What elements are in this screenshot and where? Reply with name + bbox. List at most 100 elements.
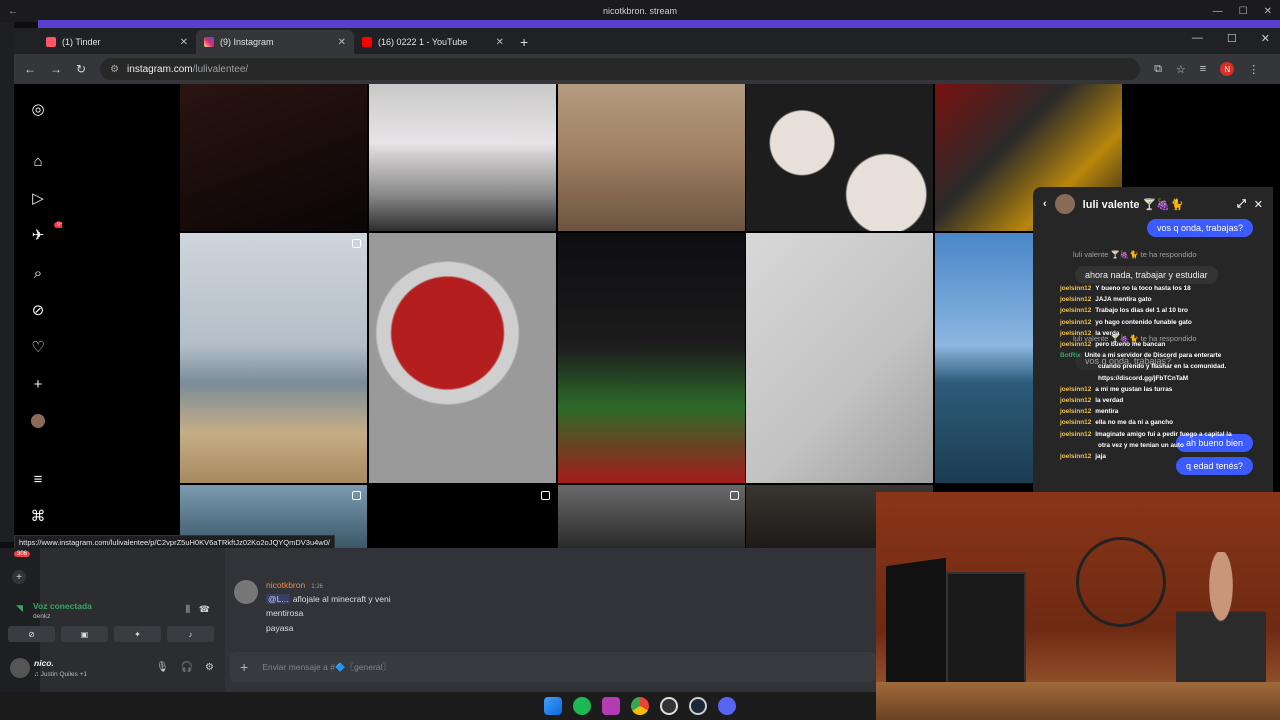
noise-icon[interactable]: ⫼ [186,604,190,615]
threads-icon[interactable]: ⌘ [29,507,47,525]
url-host: instagram.com [127,63,193,75]
avatar[interactable] [234,580,258,604]
spotify-icon[interactable] [573,697,591,715]
site-info-icon[interactable]: ⚙ [110,64,119,75]
stream-chat-line: https://discord.gg/jFbTCnTaM [1060,373,1260,384]
close-tab-icon[interactable]: ✕ [496,37,504,48]
unread-badge: 306 [14,551,31,557]
close-tab-icon[interactable]: ✕ [180,37,188,48]
start-icon[interactable] [544,697,562,715]
messages-icon[interactable]: ✈ 9+ [29,222,67,244]
stream-chat-line: joelsinn12 mentira [1060,406,1260,417]
voice-status: Voz conectada [33,601,92,611]
chat-text: la verdad [1095,397,1124,405]
chat-text: la verda [1095,329,1120,337]
home-icon[interactable]: ⌂ [29,152,47,170]
post-tile[interactable] [369,233,556,483]
message-input[interactable]: + Enviar mensaje a #🔷〖general〗 [230,652,876,682]
stream-banner [38,20,1280,28]
microphone-icon[interactable]: 🎙 [156,662,169,673]
multi-photo-icon [352,491,361,500]
avatar[interactable] [10,658,30,678]
mention[interactable]: @L... [266,594,291,604]
chat-username: joelsinn12 [1060,285,1092,292]
post-tile[interactable] [180,84,367,231]
tab-instagram[interactable]: (9) Instagram ✕ [196,30,354,54]
chat-text: cuando prendo y flashar en la comunidad. [1098,363,1227,371]
close-tab-icon[interactable]: ✕ [338,37,346,48]
chrome-icon[interactable] [631,697,649,715]
steam-icon[interactable] [689,697,707,715]
discord-icon[interactable] [718,697,736,715]
heart-icon[interactable]: ♡ [29,338,47,356]
chat-text: Imaginate amigo fui a pedir fuego a capi… [1095,430,1232,438]
multi-photo-icon [352,239,361,248]
forward-icon[interactable]: → [50,62,62,76]
stream-chat-line: joelsinn12 la verda [1060,328,1260,339]
post-tile[interactable] [746,84,933,231]
maximize-icon[interactable]: ☐ [1239,6,1248,17]
close-icon[interactable]: ✕ [1264,6,1272,17]
message-time: 1:26 [311,584,323,590]
minimize-icon[interactable]: — [1213,6,1223,17]
message-author[interactable]: nicotkbron [266,580,305,590]
window-controls: — ☐ ✕ [1213,6,1272,17]
post-tile[interactable] [369,84,556,231]
post-tile[interactable] [180,233,367,483]
post-tile[interactable] [369,485,556,548]
stream-chat-line: cuando prendo y flashar en la comunidad. [1060,361,1260,372]
screen-share-button[interactable]: ▣ [61,626,108,642]
soundboard-button[interactable]: ♪ [167,626,214,642]
search-icon[interactable]: ⌕ [29,264,47,282]
close-icon[interactable]: ✕ [1261,32,1270,45]
reels-icon[interactable]: ▷ [29,189,47,207]
new-tab-button[interactable]: + [512,34,536,54]
discord-server-rail [0,22,14,542]
camera-off-button[interactable]: ⊘ [8,626,55,642]
post-tile[interactable] [558,233,745,483]
maximize-icon[interactable]: ☐ [1227,32,1237,45]
stream-chat-line: joelsinn12 ella no me da ni a gancho [1060,417,1260,428]
post-tile[interactable] [746,233,933,483]
tab-youtube[interactable]: (16) 0222 1 - YouTube ✕ [354,30,512,54]
explore-icon[interactable]: ⊘ [29,301,47,319]
chat-text: https://discord.gg/jFbTCnTaM [1098,374,1189,382]
user-status: ♫ Justin Quiles +1 [34,671,88,678]
settings-gear-icon[interactable]: ⚙ [205,662,214,673]
close-icon[interactable]: ✕ [1254,198,1263,211]
create-icon[interactable]: + [29,375,47,393]
voice-channel[interactable]: denkz [33,613,50,620]
avatar [1054,194,1075,214]
obs-icon[interactable] [660,697,678,715]
stream-chat-line: otra vez y me tenian un auto [1060,440,1260,451]
extensions-icon[interactable]: ≡ [1200,63,1206,75]
profile-avatar[interactable]: N [1220,62,1235,76]
cast-icon[interactable]: ⧉ [1154,63,1162,76]
stream-chat-line: joelsinn12 a mi me gustan las turras [1060,384,1260,395]
expand-icon[interactable]: ⤢ [1237,198,1246,211]
reload-icon[interactable]: ↻ [76,62,86,76]
tab-tinder[interactable]: (1) Tinder ✕ [38,30,196,54]
activities-button[interactable]: ✦ [114,626,161,642]
menu-icon[interactable]: ⋮ [1248,63,1259,76]
chat-username: BotRix [1060,352,1081,360]
back-icon[interactable]: ← [24,62,36,76]
post-tile[interactable] [558,485,745,548]
bookmark-star-icon[interactable]: ☆ [1176,63,1186,76]
profile-icon[interactable] [29,412,47,430]
headphones-icon[interactable]: 🎧 [181,662,193,673]
instagram-logo-icon[interactable]: ◎ [29,100,47,118]
minimize-icon[interactable]: — [1192,32,1203,45]
pc-case [946,572,1026,692]
disconnect-icon[interactable]: ☎ [199,604,210,615]
message-text: payasa [266,623,294,633]
instagram-icon [204,37,214,47]
onenote-icon[interactable] [602,697,620,715]
address-bar[interactable]: ⚙ instagram.com/lulivalentee/ [100,58,1141,80]
chat-text: Trabajo los dias del 1 al 10 bro [1095,307,1188,315]
more-menu-icon[interactable]: ≡ [29,470,47,488]
add-server-icon[interactable]: + [12,570,26,584]
attach-plus-icon[interactable]: + [240,659,248,675]
chevron-left-icon[interactable]: ‹ [1043,198,1047,210]
post-tile[interactable] [558,84,745,231]
